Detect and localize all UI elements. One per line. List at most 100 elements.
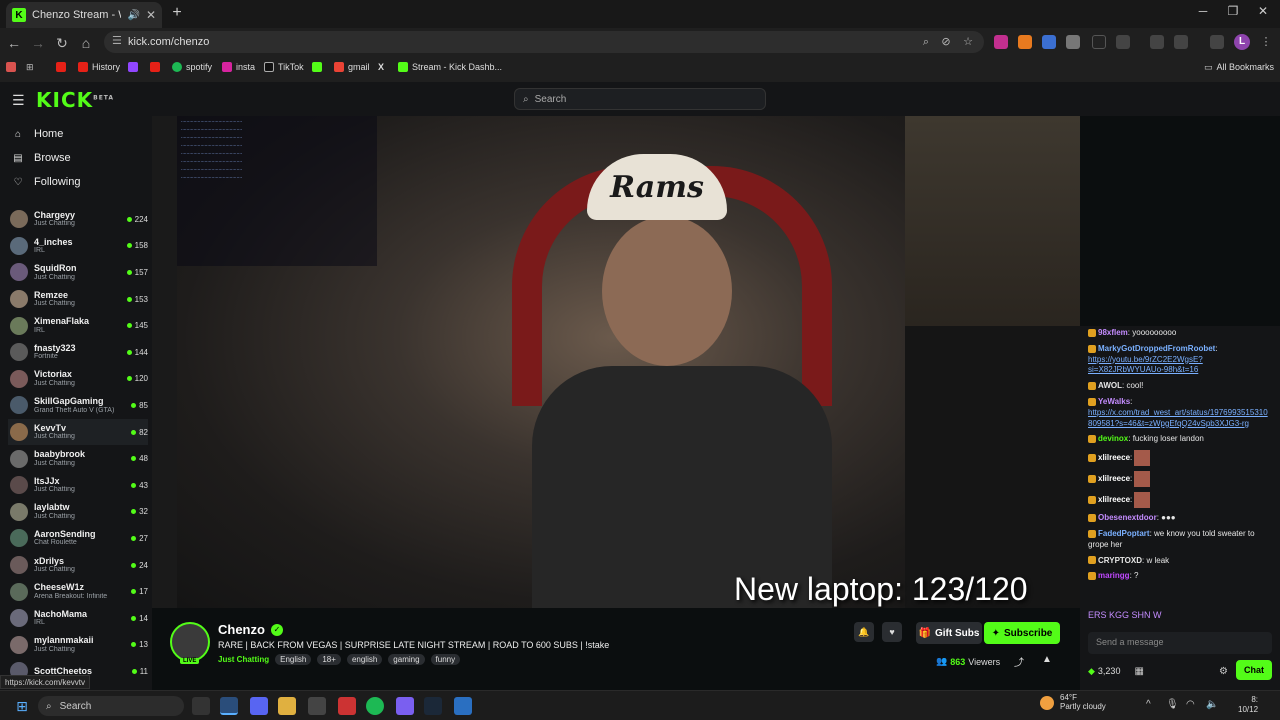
chat-send-button[interactable]: Chat xyxy=(1236,660,1272,680)
followed-channel-item[interactable]: Chargeyy Just Chatting 224 xyxy=(8,206,148,233)
followed-channel-item[interactable]: fnasty323 Fortnite 144 xyxy=(8,339,148,366)
chat-username[interactable]: YeWalks xyxy=(1098,397,1130,406)
sidebar-item-browse[interactable]: ▤ Browse xyxy=(12,152,70,164)
chat-username[interactable]: MarkyGotDroppedFromRoobet xyxy=(1098,344,1215,353)
share-icon[interactable]: ⤴ xyxy=(1014,654,1024,669)
settings-gear-icon[interactable]: ⚙ xyxy=(1219,666,1228,677)
bell-icon[interactable]: 🔔 xyxy=(854,622,874,642)
followed-channel-item[interactable]: CheeseW1z Arena Breakout: Infinite 17 xyxy=(8,578,148,605)
shield-icon[interactable] xyxy=(1066,35,1080,49)
menu-dots-icon[interactable]: ⋮ xyxy=(1258,34,1274,50)
site-info-icon[interactable]: ☰ xyxy=(112,34,122,47)
hamburger-menu-icon[interactable]: ☰ xyxy=(12,92,26,109)
browser-tab[interactable]: K Chenzo Stream - Watch Live 🔊 ✕ xyxy=(6,2,162,28)
report-icon[interactable]: ▲ xyxy=(1042,654,1052,665)
tag[interactable]: english xyxy=(346,654,383,665)
chrome-icon[interactable] xyxy=(220,697,238,715)
sidebar-item-following[interactable]: ♡ Following xyxy=(12,176,81,188)
extension-icon[interactable] xyxy=(994,35,1008,49)
windows-start-icon[interactable]: ⊞ xyxy=(14,698,30,714)
sidebar-item-home[interactable]: ⌂ Home xyxy=(12,128,63,140)
home-button[interactable]: ⌂ xyxy=(76,33,96,53)
extension-icon[interactable] xyxy=(1018,35,1032,49)
streamer-name[interactable]: Chenzo ✓ xyxy=(218,622,283,637)
chat-username[interactable]: xlilreece xyxy=(1098,474,1130,483)
bookmark-tiktok[interactable]: TikTok xyxy=(264,60,304,74)
chat-username[interactable]: AWOL xyxy=(1098,381,1122,390)
chat-link[interactable]: https://x.com/trad_west_art/status/19769… xyxy=(1088,408,1268,428)
bookmark-youtube[interactable] xyxy=(56,60,66,74)
extension-icon[interactable] xyxy=(1042,35,1056,49)
tag[interactable]: 18+ xyxy=(317,654,341,665)
wifi-icon[interactable]: ◠ xyxy=(1186,699,1195,710)
followed-channel-item[interactable]: laylabtw Just Chatting 32 xyxy=(8,499,148,526)
back-button[interactable]: ← xyxy=(4,33,24,53)
task-view-icon[interactable] xyxy=(192,697,210,715)
kick-logo[interactable]: KICKBETA xyxy=(36,88,114,112)
chat-username[interactable]: 98xflem xyxy=(1098,328,1128,337)
calendar-icon[interactable]: ▦ xyxy=(1134,666,1143,677)
bookmark-insta[interactable]: insta xyxy=(222,60,255,74)
bookmark-spotify[interactable]: spotify xyxy=(172,60,212,74)
volume-icon[interactable]: 🔈 xyxy=(1206,699,1218,710)
close-tab-icon[interactable]: ✕ xyxy=(146,8,156,22)
chat-username[interactable]: maringg xyxy=(1098,571,1130,580)
apps-grid-icon[interactable]: ⊞ xyxy=(26,60,34,74)
taskbar-search[interactable]: ⌕ Search xyxy=(38,696,184,716)
chevron-up-icon[interactable]: ^ xyxy=(1146,699,1151,710)
file-explorer-icon[interactable] xyxy=(278,697,296,715)
app-icon[interactable] xyxy=(308,697,326,715)
chat-username[interactable]: xlilreece xyxy=(1098,453,1130,462)
eye-off-icon[interactable]: ⊘ xyxy=(938,34,954,50)
new-tab-button[interactable]: + xyxy=(168,4,186,22)
followed-channel-item[interactable]: AaronSending Chat Roulette 27 xyxy=(8,525,148,552)
discord-icon[interactable] xyxy=(250,697,268,715)
chat-username[interactable]: CRYPTOXD xyxy=(1098,556,1142,565)
bookmark-youtube-2[interactable] xyxy=(150,60,160,74)
streamer-avatar[interactable] xyxy=(170,622,210,662)
chat-username[interactable]: devinox xyxy=(1098,434,1128,443)
chat-username[interactable]: xlilreece xyxy=(1098,495,1130,504)
bookmark-kick[interactable] xyxy=(312,60,322,74)
stream-category[interactable]: Just Chatting xyxy=(218,655,269,664)
app-icon[interactable] xyxy=(338,697,356,715)
chat-username[interactable]: Obesenextdoor xyxy=(1098,513,1157,522)
subscribe-button[interactable]: ✦ Subscribe xyxy=(984,622,1060,644)
close-window-button[interactable]: ✕ xyxy=(1248,4,1278,18)
follow-heart-icon[interactable]: ♥ xyxy=(882,622,902,642)
bookmark-gmail[interactable]: gmail xyxy=(334,60,370,74)
video-player[interactable]: ........................................… xyxy=(152,116,1080,608)
bookmark-star-icon[interactable]: ☆ xyxy=(960,34,976,50)
speaker-icon[interactable]: 🔊 xyxy=(127,10,139,21)
followed-channel-item[interactable]: XimenaFlaka IRL 145 xyxy=(8,312,148,339)
followed-channel-item[interactable]: xDrilys Just Chatting 24 xyxy=(8,552,148,579)
weather-widget[interactable]: 64°F Partly cloudy xyxy=(1040,693,1106,712)
sync-icon[interactable] xyxy=(1174,35,1188,49)
game-controller-icon[interactable] xyxy=(396,697,414,715)
bookmark-x[interactable]: X xyxy=(378,60,384,74)
chat-message-input[interactable]: Send a message xyxy=(1088,632,1272,654)
minimize-button[interactable]: ─ xyxy=(1188,4,1218,18)
bookmark-kick-dashboard[interactable]: Stream - Kick Dashb... xyxy=(398,60,502,74)
restore-button[interactable]: ❐ xyxy=(1218,4,1248,18)
tag[interactable]: gaming xyxy=(388,654,425,665)
chat-username[interactable]: FadedPoptart xyxy=(1098,529,1150,538)
gift-subs-button[interactable]: 🎁 Gift Subs xyxy=(916,622,982,644)
followed-channel-item[interactable]: SquidRon Just Chatting 157 xyxy=(8,259,148,286)
microphone-icon[interactable]: 🎙 xyxy=(1166,699,1179,710)
followed-channel-item[interactable]: SkillGapGaming Grand Theft Auto V (GTA) 85 xyxy=(8,392,148,419)
tag[interactable]: funny xyxy=(430,654,461,665)
followed-channel-item[interactable]: NachoMama IRL 14 xyxy=(8,605,148,632)
app-icon[interactable] xyxy=(454,697,472,715)
search-input[interactable]: ⌕ Search xyxy=(514,88,766,110)
reload-button[interactable]: ↻ xyxy=(52,33,72,53)
tag[interactable]: English xyxy=(275,654,312,665)
channel-points[interactable]: 3,230 xyxy=(1098,666,1121,676)
all-bookmarks[interactable]: ▭ All Bookmarks xyxy=(1204,60,1274,74)
bookmark-twitch[interactable] xyxy=(128,60,138,74)
system-clock[interactable]: 8: 10/12 xyxy=(1238,695,1258,714)
followed-channel-item[interactable]: ItsJJx Just Chatting 43 xyxy=(8,472,148,499)
address-bar[interactable]: ☰ kick.com/chenzo xyxy=(104,31,984,53)
zoom-icon[interactable]: ⌕ xyxy=(918,34,934,50)
forward-button[interactable]: → xyxy=(28,33,48,53)
